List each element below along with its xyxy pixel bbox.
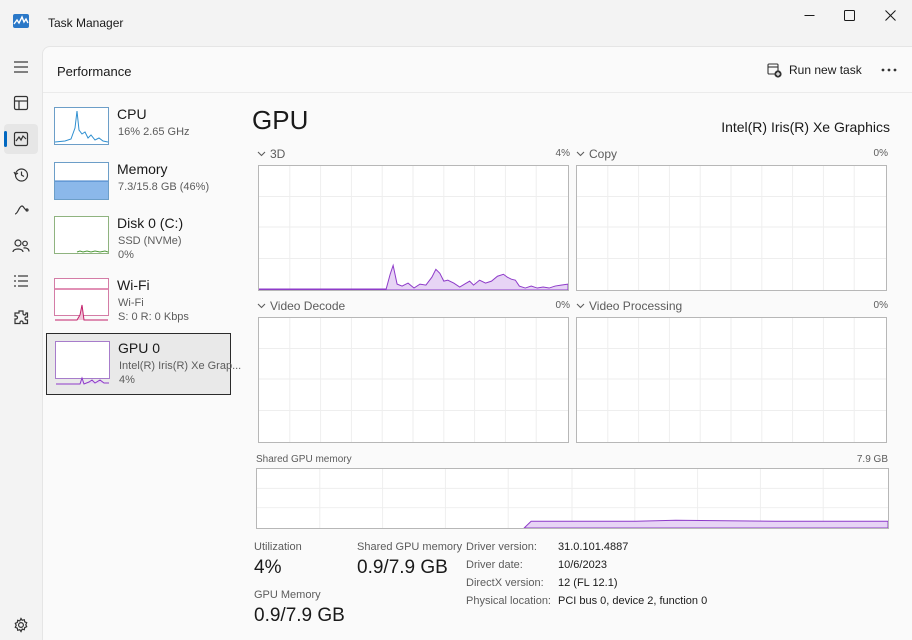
maximize-button[interactable] bbox=[827, 0, 871, 30]
gpu-thumbnail-graph bbox=[55, 341, 110, 385]
driver-version-value: 31.0.101.4887 bbox=[558, 541, 629, 553]
main-panel: Performance Run new task CPU 16% 2.65 GH… bbox=[42, 46, 912, 640]
gpu-memory-value: 0.9/7.9 GB bbox=[254, 605, 345, 626]
resource-item-cpu[interactable]: CPU 16% 2.65 GHz bbox=[46, 100, 231, 162]
gpu-heading: GPU bbox=[252, 105, 309, 135]
engine-graph-video-decode bbox=[258, 317, 569, 443]
services-icon bbox=[14, 310, 29, 325]
minimize-button[interactable] bbox=[787, 0, 831, 30]
engine-graph-copy bbox=[576, 165, 887, 291]
engine-percent: 0% bbox=[555, 300, 570, 311]
engine-percent: 4% bbox=[555, 148, 570, 159]
resource-detail: 16% 2.65 GHz bbox=[118, 126, 190, 138]
hamburger-menu-icon bbox=[14, 61, 28, 73]
users-icon bbox=[12, 239, 30, 253]
title-bar: Task Manager bbox=[0, 0, 912, 46]
engine-name: Video Processing bbox=[589, 299, 683, 313]
gpu-memory-label: GPU Memory bbox=[254, 589, 321, 601]
active-nav-indicator bbox=[4, 131, 7, 147]
minimize-icon bbox=[804, 14, 814, 16]
run-new-task-button[interactable]: Run new task bbox=[767, 60, 862, 80]
hamburger-menu-button[interactable] bbox=[4, 52, 38, 82]
resource-name: Memory bbox=[117, 161, 168, 177]
engine-selector-video-processing[interactable]: Video Processing bbox=[576, 299, 682, 313]
close-icon bbox=[884, 9, 896, 21]
maximize-icon bbox=[843, 9, 855, 21]
resource-detail-secondary: S: 0 R: 0 Kbps bbox=[118, 311, 189, 323]
engine-name: 3D bbox=[270, 147, 286, 161]
processes-icon bbox=[13, 95, 29, 111]
details-icon bbox=[14, 275, 28, 287]
resource-name: Disk 0 (C:) bbox=[117, 215, 184, 231]
resource-name: Wi-Fi bbox=[117, 277, 150, 293]
engine-selector-copy[interactable]: Copy bbox=[576, 147, 617, 161]
chevron-down-icon bbox=[257, 303, 266, 309]
startup-apps-icon bbox=[14, 205, 29, 215]
run-new-task-label: Run new task bbox=[789, 63, 862, 77]
cpu-thumbnail-graph bbox=[54, 107, 109, 145]
nav-startup-apps[interactable] bbox=[4, 195, 38, 225]
engine-selector-video-decode[interactable]: Video Decode bbox=[257, 299, 345, 313]
app-history-icon bbox=[13, 168, 29, 182]
resource-item-gpu[interactable]: GPU 0 Intel(R) Iris(R) Xe Grap... 4% bbox=[46, 333, 241, 395]
resource-name: GPU 0 bbox=[118, 340, 161, 356]
task-manager-app-icon bbox=[13, 14, 29, 28]
run-new-task-icon bbox=[767, 62, 782, 78]
nav-details[interactable] bbox=[4, 266, 38, 296]
header-divider bbox=[43, 92, 912, 93]
engine-percent: 0% bbox=[873, 148, 888, 159]
driver-version-label: Driver version: bbox=[466, 541, 537, 553]
memory-thumbnail-graph bbox=[54, 162, 109, 200]
resource-item-wifi[interactable]: Wi-Fi Wi-Fi S: 0 R: 0 Kbps bbox=[46, 271, 231, 333]
resource-detail-secondary: 0% bbox=[118, 249, 134, 261]
gpu-model-name: Intel(R) Iris(R) Xe Graphics bbox=[721, 119, 890, 135]
window-title: Task Manager bbox=[48, 16, 124, 30]
wifi-thumbnail-graph bbox=[54, 278, 109, 321]
shared-memory-graph-max: 7.9 GB bbox=[856, 454, 888, 465]
engine-name: Video Decode bbox=[270, 299, 346, 313]
directx-version-value: 12 (FL 12.1) bbox=[558, 577, 618, 589]
utilization-value: 4% bbox=[254, 557, 282, 578]
nav-services[interactable] bbox=[4, 302, 38, 332]
physical-location-value: PCI bus 0, device 2, function 0 bbox=[558, 595, 708, 607]
disk-thumbnail-graph bbox=[54, 216, 109, 254]
driver-date-value: 10/6/2023 bbox=[558, 559, 607, 571]
engine-selector-3d[interactable]: 3D bbox=[257, 147, 285, 161]
nav-performance[interactable] bbox=[4, 124, 38, 154]
chevron-down-icon bbox=[257, 151, 266, 157]
resource-name: CPU bbox=[117, 106, 147, 122]
chevron-down-icon bbox=[576, 303, 585, 309]
engine-graph-3d bbox=[258, 165, 569, 291]
resource-item-disk[interactable]: Disk 0 (C:) SSD (NVMe) 0% bbox=[46, 209, 231, 271]
utilization-label: Utilization bbox=[254, 541, 302, 553]
driver-date-label: Driver date: bbox=[466, 559, 523, 571]
performance-icon bbox=[13, 131, 29, 147]
resource-item-memory[interactable]: Memory 7.3/15.8 GB (46%) bbox=[46, 155, 231, 217]
resource-detail: 7.3/15.8 GB (46%) bbox=[118, 181, 210, 193]
close-button[interactable] bbox=[868, 0, 912, 30]
nav-processes[interactable] bbox=[4, 88, 38, 118]
engine-graph-video-processing bbox=[576, 317, 887, 443]
chevron-down-icon bbox=[576, 151, 585, 157]
physical-location-label: Physical location: bbox=[466, 595, 551, 607]
more-options-icon bbox=[881, 68, 897, 72]
nav-app-history[interactable] bbox=[4, 160, 38, 190]
engine-percent: 0% bbox=[873, 300, 888, 311]
more-options-button[interactable] bbox=[879, 61, 899, 79]
shared-memory-graph bbox=[256, 468, 889, 529]
settings-icon bbox=[14, 617, 28, 633]
shared-gpu-memory-value: 0.9/7.9 GB bbox=[357, 557, 448, 578]
nav-settings[interactable] bbox=[4, 610, 38, 640]
shared-memory-graph-label: Shared GPU memory bbox=[256, 454, 352, 465]
nav-users[interactable] bbox=[4, 231, 38, 261]
resource-detail: SSD (NVMe) bbox=[118, 235, 182, 247]
directx-version-label: DirectX version: bbox=[466, 577, 544, 589]
resource-detail-secondary: 4% bbox=[119, 374, 135, 386]
resource-detail: Intel(R) Iris(R) Xe Grap... bbox=[119, 360, 242, 372]
shared-gpu-memory-label: Shared GPU memory bbox=[357, 541, 463, 553]
resource-detail: Wi-Fi bbox=[118, 297, 144, 309]
engine-name: Copy bbox=[589, 147, 618, 161]
page-title: Performance bbox=[57, 64, 132, 79]
